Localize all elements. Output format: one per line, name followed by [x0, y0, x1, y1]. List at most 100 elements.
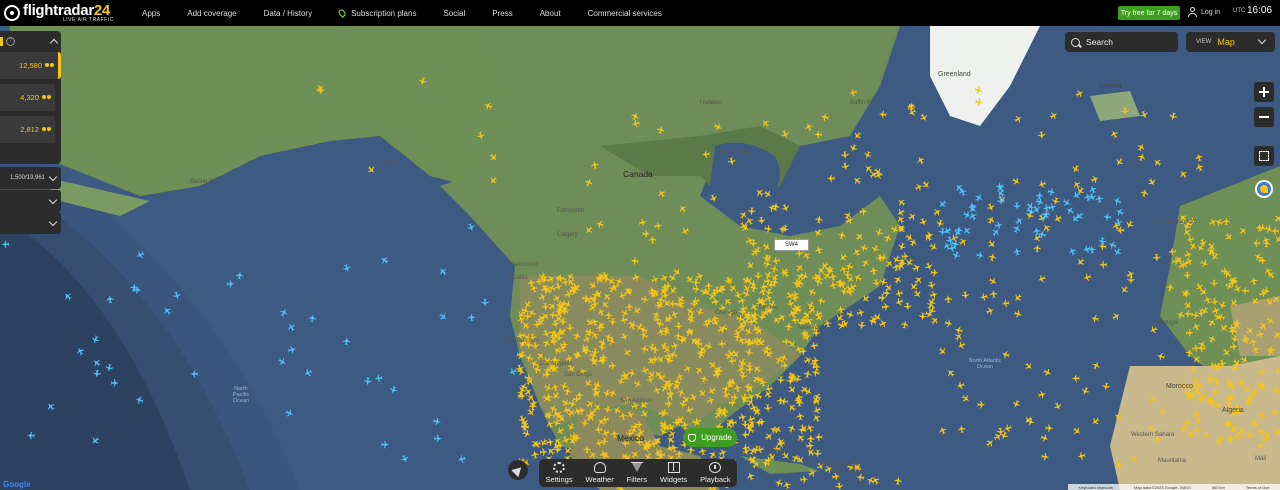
aircraft-marker[interactable] [703, 341, 714, 352]
aircraft-marker[interactable] [600, 437, 609, 446]
aircraft-marker[interactable] [1210, 386, 1221, 398]
aircraft-marker[interactable] [706, 385, 718, 397]
aircraft-marker[interactable] [342, 263, 352, 274]
aircraft-marker[interactable] [973, 85, 984, 95]
aircraft-marker[interactable] [374, 373, 384, 383]
aircraft-marker[interactable] [1185, 328, 1194, 337]
aircraft-marker[interactable] [1098, 260, 1108, 269]
aircraft-marker[interactable] [1273, 233, 1280, 245]
aircraft-marker[interactable] [541, 337, 552, 349]
aircraft-marker[interactable] [1098, 242, 1107, 251]
aircraft-marker[interactable] [795, 411, 805, 421]
aircraft-marker[interactable] [722, 296, 734, 307]
aircraft-marker[interactable] [1168, 111, 1178, 122]
aircraft-marker[interactable] [1048, 110, 1060, 121]
aircraft-marker[interactable] [529, 283, 539, 294]
aircraft-marker[interactable] [677, 203, 689, 215]
aircraft-marker[interactable] [985, 202, 996, 213]
aircraft-marker[interactable] [840, 161, 851, 172]
aircraft-marker[interactable] [1064, 205, 1076, 216]
aircraft-marker[interactable] [1200, 429, 1212, 440]
aircraft-marker[interactable] [1075, 256, 1087, 268]
aircraft-marker[interactable] [1094, 194, 1104, 204]
aircraft-marker[interactable] [987, 276, 999, 287]
aircraft-marker[interactable] [776, 375, 786, 385]
aircraft-marker[interactable] [1192, 425, 1202, 435]
aircraft-marker[interactable] [560, 435, 572, 446]
aircraft-marker[interactable] [1067, 245, 1078, 257]
aircraft-marker[interactable] [763, 403, 773, 413]
aircraft-marker[interactable] [1240, 286, 1250, 295]
aircraft-marker[interactable] [1206, 317, 1218, 328]
aircraft-marker[interactable] [1207, 333, 1218, 344]
aircraft-marker[interactable] [759, 282, 769, 292]
aircraft-marker[interactable] [675, 449, 684, 458]
login-button[interactable]: Log in [1188, 7, 1220, 17]
aircraft-marker[interactable] [1081, 244, 1092, 255]
aircraft-marker[interactable] [1257, 427, 1267, 437]
aircraft-layer[interactable] [0, 26, 1280, 490]
aircraft-marker[interactable] [752, 390, 764, 401]
aircraft-marker[interactable] [826, 174, 835, 183]
aircraft-marker[interactable] [679, 226, 691, 237]
aircraft-marker[interactable] [924, 230, 935, 240]
aircraft-marker[interactable] [894, 297, 905, 308]
aircraft-marker[interactable] [1089, 416, 1101, 427]
aircraft-marker[interactable] [381, 440, 390, 449]
aircraft-marker[interactable] [942, 225, 954, 237]
aircraft-marker[interactable] [1112, 411, 1124, 422]
aircraft-marker[interactable] [523, 373, 534, 383]
aircraft-marker[interactable] [676, 387, 687, 398]
fullscreen-button[interactable] [1254, 146, 1274, 166]
aircraft-marker[interactable] [1036, 179, 1048, 190]
aircraft-marker[interactable] [1022, 414, 1034, 426]
aircraft-marker[interactable] [860, 293, 872, 305]
aircraft-marker[interactable] [878, 110, 888, 119]
aircraft-marker[interactable] [488, 152, 500, 164]
aircraft-marker[interactable] [954, 325, 964, 335]
aircraft-marker[interactable] [45, 400, 57, 412]
aircraft-marker[interactable] [1014, 215, 1025, 227]
aircraft-marker[interactable] [674, 331, 683, 341]
aircraft-marker[interactable] [551, 319, 561, 329]
aircraft-marker[interactable] [992, 431, 1004, 442]
aircraft-marker[interactable] [1110, 310, 1122, 322]
aircraft-marker[interactable] [1270, 227, 1279, 235]
aircraft-marker[interactable] [1139, 188, 1150, 198]
aircraft-marker[interactable] [614, 276, 625, 287]
aircraft-marker[interactable] [871, 278, 882, 289]
aircraft-marker[interactable] [1213, 217, 1225, 228]
aircraft-marker[interactable] [631, 272, 642, 283]
aircraft-marker[interactable] [631, 119, 641, 129]
aircraft-marker[interactable] [611, 405, 623, 416]
aircraft-marker[interactable] [745, 260, 757, 272]
aircraft-marker[interactable] [1024, 200, 1036, 212]
aircraft-marker[interactable] [476, 131, 486, 141]
aircraft-marker[interactable] [534, 350, 546, 362]
aircraft-marker[interactable] [776, 439, 786, 449]
aircraft-marker[interactable] [957, 236, 969, 248]
aircraft-marker[interactable] [1272, 329, 1280, 341]
aircraft-marker[interactable] [973, 192, 985, 203]
aircraft-marker[interactable] [235, 271, 244, 280]
aircraft-marker[interactable] [780, 450, 792, 462]
aircraft-marker[interactable] [1222, 217, 1231, 226]
aircraft-marker[interactable] [771, 202, 780, 211]
aircraft-marker[interactable] [608, 361, 618, 370]
aircraft-marker[interactable] [1091, 360, 1102, 371]
aircraft-marker[interactable] [1183, 309, 1193, 319]
aircraft-marker[interactable] [713, 121, 724, 133]
aircraft-marker[interactable] [552, 344, 563, 356]
aircraft-marker[interactable] [913, 274, 925, 286]
aircraft-marker[interactable] [1181, 226, 1193, 238]
aircraft-marker[interactable] [599, 298, 611, 310]
search-box[interactable]: Search [1065, 32, 1178, 52]
aircraft-marker[interactable] [868, 313, 880, 325]
aircraft-marker[interactable] [342, 336, 351, 346]
aircraft-marker[interactable] [717, 447, 729, 458]
aircraft-marker[interactable] [1046, 187, 1057, 197]
zoom-in-button[interactable] [1254, 82, 1274, 102]
aircraft-marker[interactable] [990, 226, 1002, 238]
aircraft-marker[interactable] [812, 227, 824, 239]
aircraft-marker[interactable] [1256, 366, 1267, 377]
